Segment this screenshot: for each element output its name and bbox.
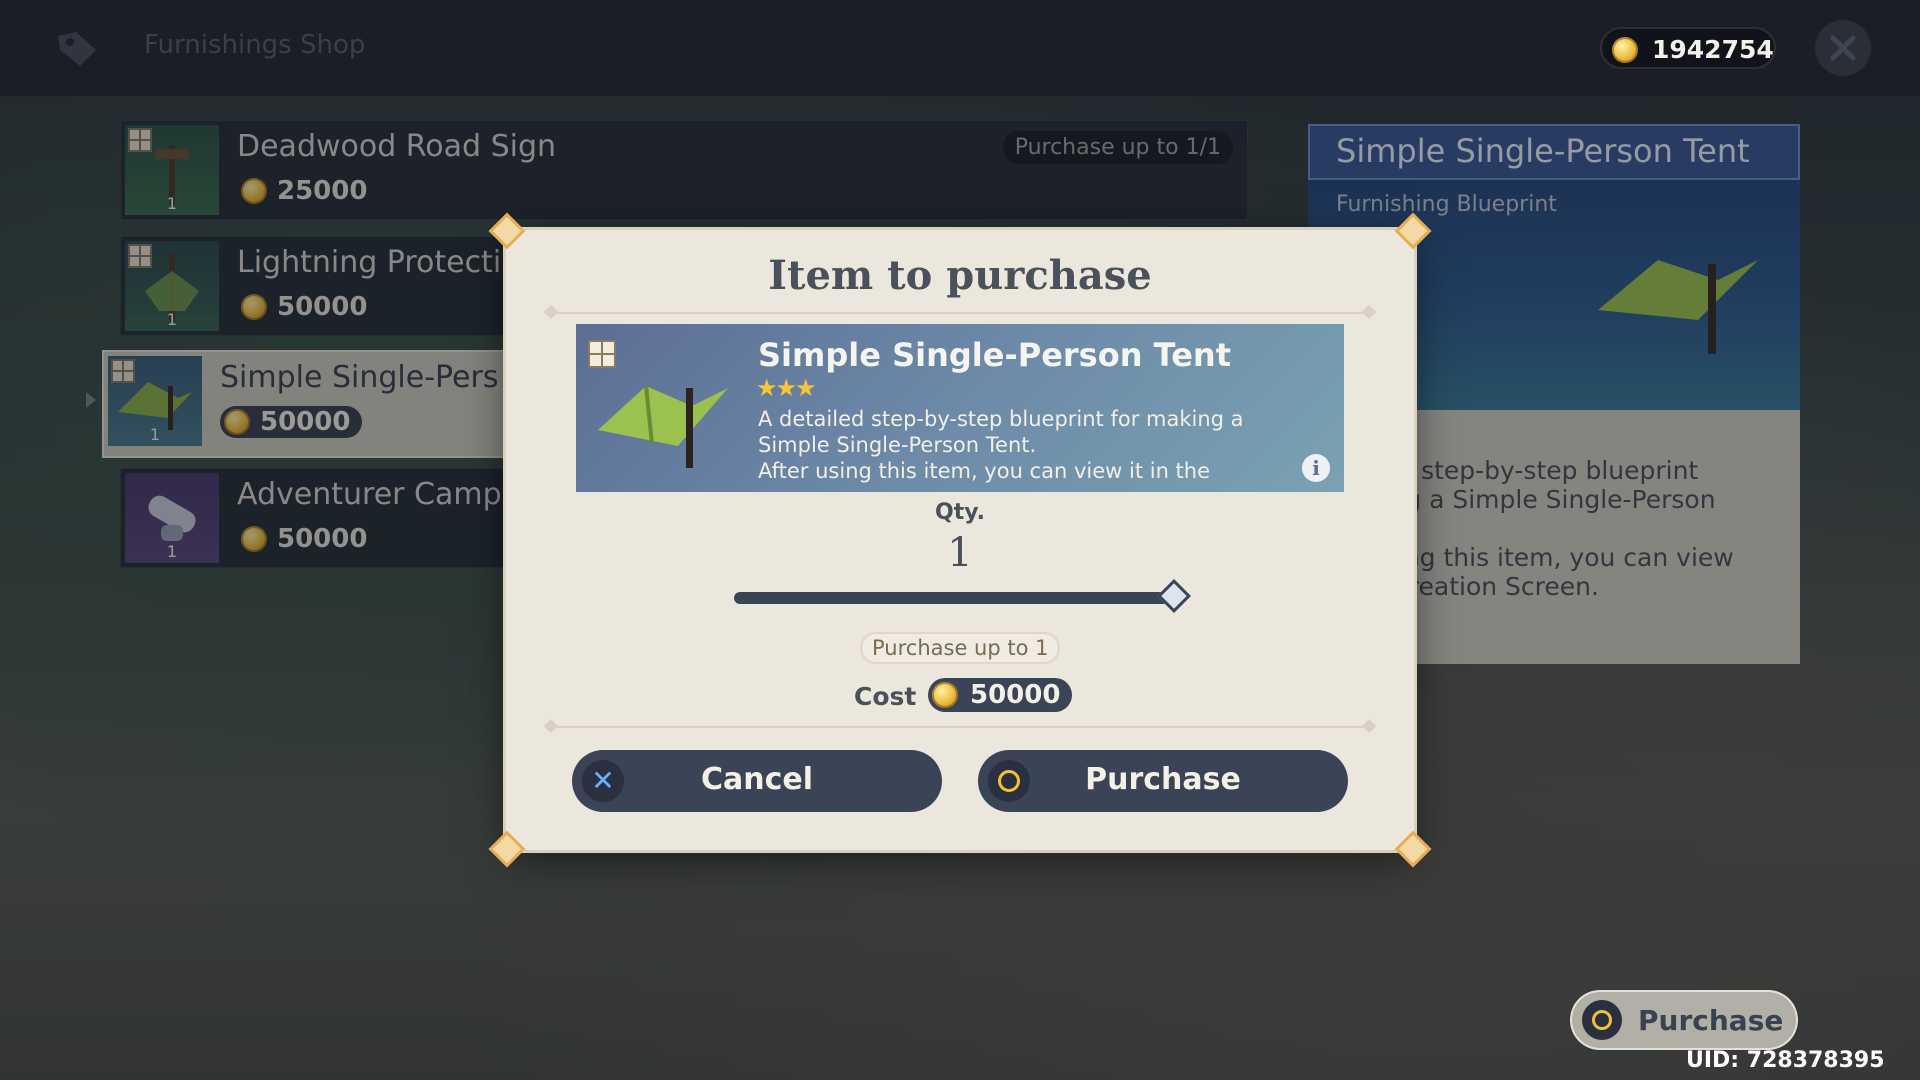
purchase-button-bottom[interactable]: Purchase: [1570, 990, 1798, 1050]
top-bar: Furnishings Shop 1942754: [0, 0, 1920, 96]
user-id: UID: 728378395: [1686, 1048, 1885, 1073]
item-card: Simple Single-Person Tent ★★★ A detailed…: [576, 324, 1344, 492]
cancel-button[interactable]: ✕ Cancel: [572, 750, 942, 812]
item-desc-line: After using this item, you can view it i…: [758, 459, 1211, 483]
blueprint-icon: [588, 340, 616, 368]
close-button[interactable]: [1815, 20, 1871, 76]
dialog-title: Item to purchase: [768, 252, 1152, 299]
cost-label: Cost: [854, 682, 917, 711]
currency-amount: 1942754: [1652, 35, 1774, 64]
purchase-dialog: Item to purchase Simple Single-Person Te…: [488, 212, 1432, 868]
shop-tag-icon: [58, 32, 96, 66]
purchase-button[interactable]: Purchase: [978, 750, 1348, 812]
info-icon[interactable]: i: [1302, 454, 1330, 482]
cost-amount: 50000: [928, 678, 1073, 712]
rarity-stars: ★★★: [756, 374, 817, 402]
quantity-slider-handle[interactable]: [1157, 579, 1191, 613]
mora-coin-icon: [1612, 37, 1638, 63]
quantity-value: 1: [947, 530, 973, 576]
purchase-limit-note: Purchase up to 1: [860, 632, 1061, 664]
item-desc-line: A detailed step-by-step blueprint for ma…: [758, 407, 1244, 431]
shop-title: Furnishings Shop: [144, 30, 366, 60]
item-name: Simple Single-Person Tent: [758, 336, 1231, 374]
quantity-label: Qty.: [935, 500, 985, 525]
divider: [546, 312, 1374, 314]
mora-coin-icon: [932, 682, 958, 708]
item-desc-line: Simple Single-Person Tent.: [758, 433, 1037, 457]
divider: [546, 726, 1374, 728]
mora-currency-display: 1942754: [1600, 27, 1776, 69]
close-icon: [1830, 35, 1856, 61]
quantity-slider[interactable]: [734, 592, 1174, 604]
circle-button-icon: [1582, 1000, 1622, 1040]
